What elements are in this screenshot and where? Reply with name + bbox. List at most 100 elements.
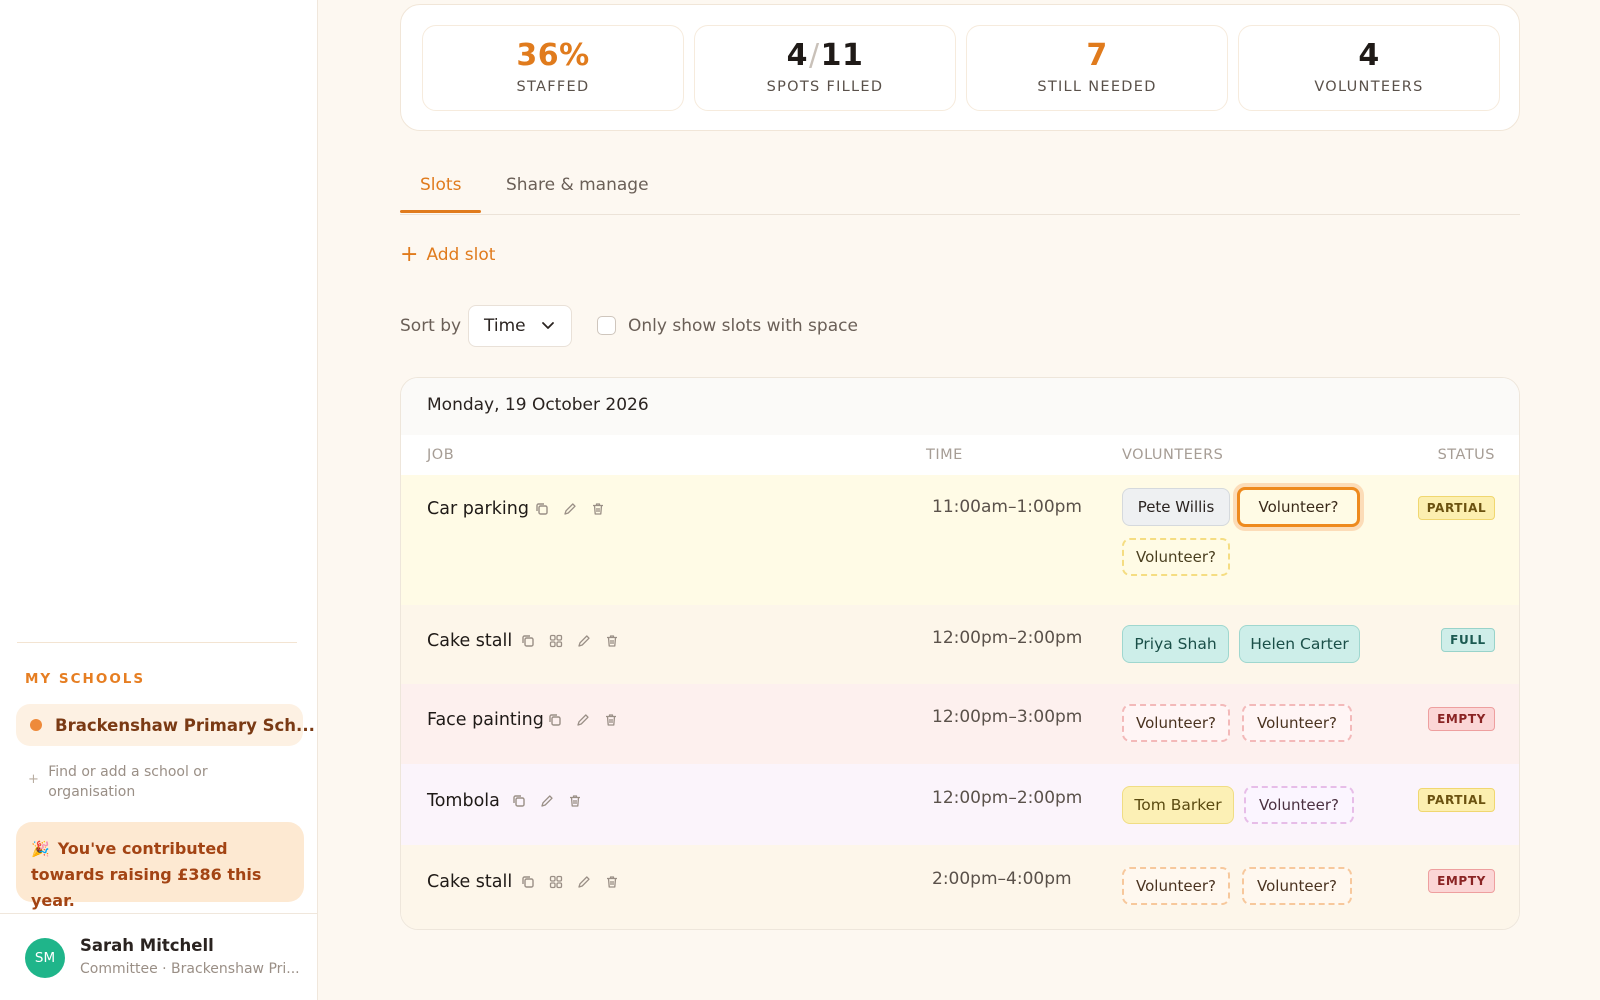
spots-filled-count: 4	[786, 38, 808, 73]
active-tab-indicator	[400, 210, 481, 213]
volunteer-slot-button[interactable]: Volunteer?	[1122, 704, 1230, 742]
my-schools-heading: MY SCHOOLS	[25, 671, 146, 687]
status-badge: EMPTY	[1428, 707, 1495, 731]
slots-table: Monday, 19 October 2026 JOB TIME VOLUNTE…	[400, 377, 1520, 930]
delete-icon[interactable]	[567, 793, 583, 809]
sort-label: Sort by	[400, 316, 462, 336]
grid-icon[interactable]	[548, 633, 564, 649]
job-name: Cake stall	[427, 872, 513, 892]
status-badge: PARTIAL	[1418, 788, 1495, 812]
contribution-text: You've contributed towards raising £386 …	[31, 839, 262, 910]
stat-spots-value: 4/11	[695, 38, 955, 73]
stat-spots-filled: 4/11 SPOTS FILLED	[694, 25, 956, 111]
delete-icon[interactable]	[603, 712, 619, 728]
row-actions	[511, 793, 583, 809]
volunteer-chip[interactable]: Tom Barker	[1122, 786, 1234, 824]
volunteer-slot-button[interactable]: Volunteer?	[1237, 487, 1360, 527]
edit-icon[interactable]	[539, 793, 555, 809]
table-row: Cake stall 2:00pm–4:00pm Volunteer? Volu…	[401, 845, 1519, 929]
copy-icon[interactable]	[520, 633, 536, 649]
row-actions	[520, 633, 620, 649]
job-name: Face painting	[427, 710, 544, 730]
stat-needed-value: 7	[1086, 38, 1108, 73]
edit-icon[interactable]	[576, 633, 592, 649]
volunteer-slot-button[interactable]: Volunteer?	[1244, 786, 1354, 824]
status-badge: EMPTY	[1428, 869, 1495, 893]
copy-icon[interactable]	[511, 793, 527, 809]
volunteer-chip[interactable]: Priya Shah	[1122, 625, 1229, 663]
slot-time: 12:00pm–2:00pm	[932, 628, 1083, 648]
table-row: Tombola 12:00pm–2:00pm Tom Barker Volunt…	[401, 764, 1519, 845]
status-badge: PARTIAL	[1418, 496, 1495, 520]
table-row: Face painting 12:00pm–3:00pm Volunteer? …	[401, 684, 1519, 764]
column-header-volunteers: VOLUNTEERS	[1122, 447, 1224, 463]
stat-staffed-label: STAFFED	[516, 79, 590, 95]
school-name: Brackenshaw Primary Sch...	[55, 715, 315, 735]
job-name: Tombola	[427, 791, 500, 811]
volunteer-slot-button[interactable]: Volunteer?	[1122, 867, 1230, 905]
plus-icon: +	[400, 242, 419, 267]
column-header-status: STATUS	[1437, 447, 1495, 463]
stat-volunteers-value: 4	[1358, 38, 1380, 73]
slot-date: Monday, 19 October 2026	[427, 395, 649, 415]
sidebar-divider	[17, 642, 297, 643]
stat-volunteers-label: VOLUNTEERS	[1314, 79, 1424, 95]
party-popper-icon: 🎉	[31, 840, 50, 858]
edit-icon[interactable]	[575, 712, 591, 728]
volunteer-slot-button[interactable]: Volunteer?	[1122, 538, 1230, 576]
volunteer-slot-button[interactable]: Volunteer?	[1242, 867, 1352, 905]
add-slot-button[interactable]: + Add slot	[400, 244, 495, 266]
stat-needed-label: STILL NEEDED	[1037, 79, 1157, 95]
spots-separator: /	[809, 38, 820, 73]
add-slot-label: Add slot	[426, 245, 496, 265]
delete-icon[interactable]	[604, 633, 620, 649]
stat-spots-label: SPOTS FILLED	[766, 79, 884, 95]
find-school-link[interactable]: + Find or add a school or organisation	[28, 762, 290, 802]
user-role: Committee · Brackenshaw Pri...	[80, 961, 300, 977]
date-header: Monday, 19 October 2026	[401, 378, 1519, 435]
slot-time: 12:00pm–3:00pm	[932, 707, 1083, 727]
job-name: Cake stall	[427, 631, 513, 651]
volunteer-chip[interactable]: Pete Willis	[1122, 488, 1230, 526]
job-name: Car parking	[427, 499, 529, 519]
only-space-checkbox[interactable]	[597, 316, 616, 335]
school-status-dot	[30, 719, 42, 731]
table-row: Car parking 11:00am–1:00pm Pete Willis V…	[401, 475, 1519, 605]
slot-time: 12:00pm–2:00pm	[932, 788, 1083, 808]
edit-icon[interactable]	[562, 501, 578, 517]
copy-icon[interactable]	[547, 712, 563, 728]
contribution-banner: 🎉 You've contributed towards raising £386…	[16, 822, 304, 910]
stat-staffed-value: 36%	[516, 38, 590, 73]
status-badge: FULL	[1441, 628, 1495, 652]
find-school-label: Find or add a school or organisation	[48, 764, 208, 800]
plus-icon: +	[28, 772, 39, 787]
grid-icon[interactable]	[548, 874, 564, 890]
delete-icon[interactable]	[604, 874, 620, 890]
row-actions	[534, 501, 606, 517]
volunteer-slot-button[interactable]: Volunteer?	[1242, 704, 1352, 742]
spots-total-count: 11	[820, 38, 864, 73]
tab-bar: Slots Share & manage	[400, 168, 1520, 215]
row-actions	[520, 874, 620, 890]
copy-icon[interactable]	[520, 874, 536, 890]
volunteer-chip[interactable]: Helen Carter	[1239, 625, 1360, 663]
tab-share-manage[interactable]: Share & manage	[506, 175, 649, 195]
stat-volunteers: 4 VOLUNTEERS	[1238, 25, 1500, 111]
edit-icon[interactable]	[576, 874, 592, 890]
user-divider	[0, 913, 318, 914]
chevron-down-icon	[542, 322, 554, 329]
slot-time: 11:00am–1:00pm	[932, 497, 1082, 517]
sort-value: Time	[484, 316, 526, 336]
avatar[interactable]: SM	[25, 938, 65, 978]
slot-time: 2:00pm–4:00pm	[932, 869, 1072, 889]
column-header-time: TIME	[926, 447, 963, 463]
sort-select[interactable]: Time	[468, 305, 572, 347]
table-row: Cake stall 12:00pm–2:00pm Priya Shah Hel…	[401, 605, 1519, 684]
only-space-label[interactable]: Only show slots with space	[628, 316, 858, 336]
sidebar: MY SCHOOLS Brackenshaw Primary Sch... + …	[0, 0, 318, 1000]
tab-slots[interactable]: Slots	[420, 175, 461, 195]
school-item-brackenshaw[interactable]: Brackenshaw Primary Sch...	[16, 704, 315, 746]
user-name: Sarah Mitchell	[80, 936, 214, 955]
delete-icon[interactable]	[590, 501, 606, 517]
copy-icon[interactable]	[534, 501, 550, 517]
